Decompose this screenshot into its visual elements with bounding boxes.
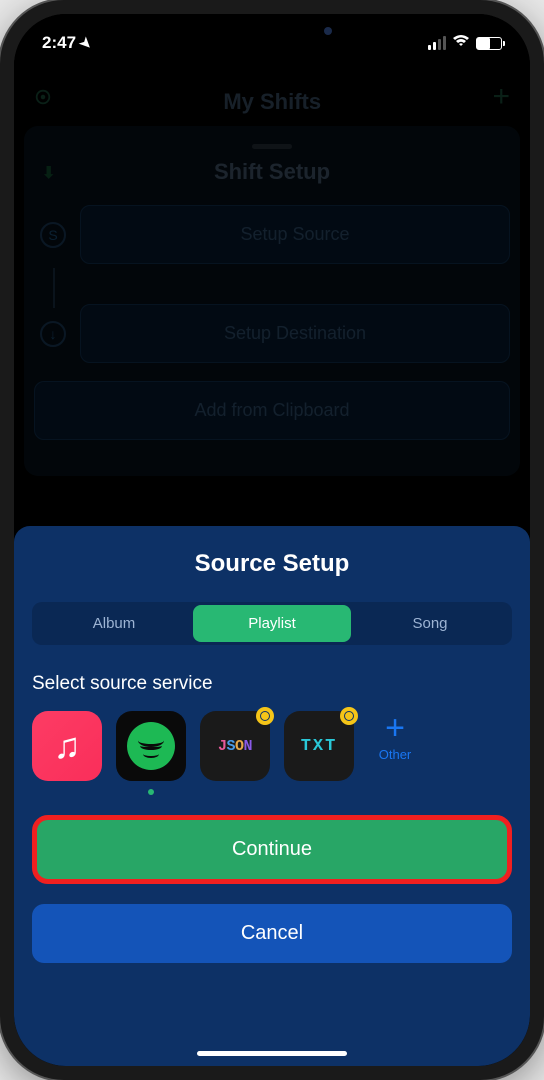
status-time: 2:47 [42, 33, 76, 53]
service-txt[interactable]: TXT [284, 711, 354, 781]
location-icon: ➤ [76, 33, 96, 53]
cancel-button[interactable]: Cancel [32, 904, 512, 963]
modal-title: Source Setup [32, 550, 512, 578]
cellular-icon [428, 36, 446, 50]
spotify-icon [127, 722, 175, 770]
service-json[interactable]: JSON [200, 711, 270, 781]
continue-button[interactable]: Continue [32, 815, 512, 884]
segment-album[interactable]: Album [35, 605, 193, 642]
service-label: Select source service [32, 673, 512, 695]
other-label: Other [368, 747, 422, 762]
service-spotify[interactable] [116, 711, 186, 781]
plus-icon: + [368, 711, 422, 745]
json-icon: JSON [218, 738, 252, 755]
service-list: ♫ JSON TXT + Other [32, 711, 512, 781]
service-apple-music[interactable]: ♫ [32, 711, 102, 781]
battery-icon [476, 37, 502, 50]
txt-icon: TXT [301, 737, 338, 756]
iphone-frame: 2:47 ➤ My Shifts + [0, 0, 544, 1080]
music-note-icon: ♫ [54, 725, 81, 767]
notch [167, 14, 377, 48]
service-other[interactable]: + Other [368, 711, 422, 762]
premium-badge-icon [256, 707, 274, 725]
segment-playlist[interactable]: Playlist [193, 605, 351, 642]
selected-indicator [148, 789, 154, 795]
source-setup-modal: Source Setup Album Playlist Song Select … [14, 526, 530, 1066]
segment-song[interactable]: Song [351, 605, 509, 642]
wifi-icon [452, 34, 470, 53]
home-indicator[interactable] [197, 1051, 347, 1056]
type-segment-control: Album Playlist Song [32, 602, 512, 645]
screen: 2:47 ➤ My Shifts + [14, 14, 530, 1066]
premium-badge-icon [340, 707, 358, 725]
